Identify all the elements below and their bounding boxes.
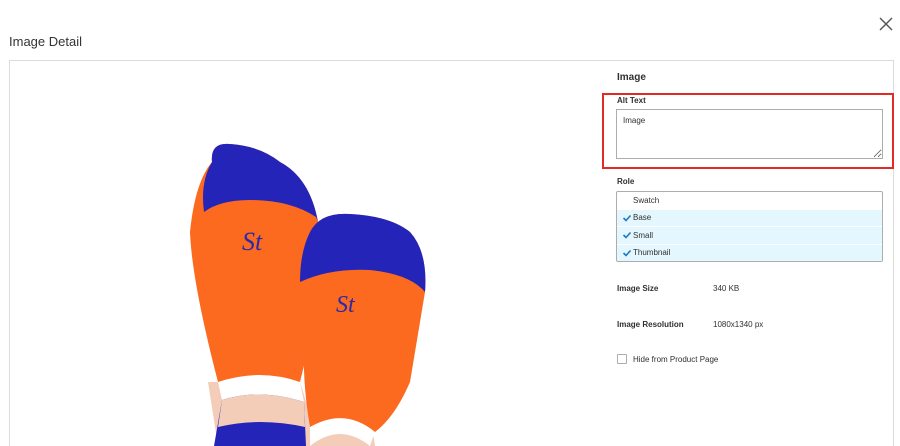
section-title: Image xyxy=(617,72,646,83)
role-item-swatch[interactable]: Swatch xyxy=(617,192,882,210)
close-button[interactable] xyxy=(877,15,895,33)
image-size-value: 340 KB xyxy=(713,284,740,293)
role-item-label: Base xyxy=(633,213,652,223)
role-item-label: Thumbnail xyxy=(633,248,671,258)
role-item-thumbnail[interactable]: Thumbnail xyxy=(617,244,882,261)
role-label: Role xyxy=(617,177,635,186)
check-icon xyxy=(622,249,632,257)
hide-from-product-page-row[interactable]: Hide from Product Page xyxy=(617,354,718,364)
alt-text-label: Alt Text xyxy=(617,96,646,105)
alt-text-field[interactable] xyxy=(616,109,883,159)
hide-from-product-page-label: Hide from Product Page xyxy=(633,354,719,364)
role-item-label: Small xyxy=(633,230,654,240)
hide-from-product-page-checkbox[interactable] xyxy=(617,354,627,364)
role-item-small[interactable]: Small xyxy=(617,227,882,245)
svg-text:St: St xyxy=(336,292,356,318)
modal-title: Image Detail xyxy=(9,34,82,49)
product-image: St St xyxy=(170,82,470,446)
image-resolution-value: 1080x1340 px xyxy=(713,320,764,329)
check-icon xyxy=(622,214,632,222)
image-size-label: Image Size xyxy=(617,284,659,293)
image-resolution-label: Image Resolution xyxy=(617,320,684,329)
check-icon xyxy=(622,231,632,239)
role-item-label: Swatch xyxy=(633,195,660,205)
role-list[interactable]: Swatch Base Small Thumbnail xyxy=(616,191,883,262)
close-icon xyxy=(879,17,893,31)
role-item-base[interactable]: Base xyxy=(617,209,882,227)
svg-text:St: St xyxy=(242,227,263,256)
